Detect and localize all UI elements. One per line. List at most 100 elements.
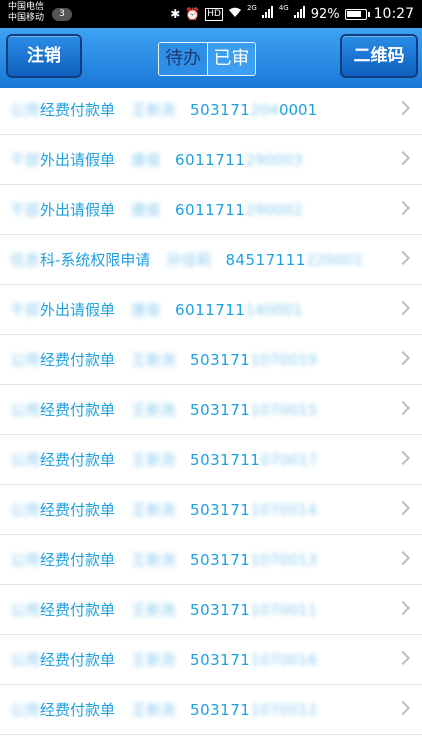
list-item-title: 经费付款单 <box>40 451 116 469</box>
list-item-person: 唐俊 <box>131 201 162 219</box>
list-item-title: 经费付款单 <box>40 351 116 369</box>
title-prefix: 公用 <box>10 351 41 369</box>
list-item-code: 503171 <box>190 601 251 619</box>
alarm-icon: ⏰ <box>185 7 201 21</box>
carrier-2: 中国移动 <box>8 13 45 23</box>
list-item-code-hidden: 220001 <box>305 251 364 269</box>
title-prefix: 干部 <box>10 151 41 169</box>
title-prefix: 公用 <box>10 451 41 469</box>
carrier-1: 中国电信 <box>8 2 45 12</box>
list-item-person: 王新尧 <box>131 551 177 569</box>
list-item-code-hidden: 204 <box>250 101 279 119</box>
list-item-person: 王新尧 <box>131 401 177 419</box>
list-item-text: 干部 外出请假单 唐俊 6011711 290002 <box>10 185 303 235</box>
list-item[interactable]: 公用 经费付款单 王新尧 503171 1070019 <box>0 335 422 385</box>
list-item-code: 84517111 <box>225 251 306 269</box>
list-item-code: 503171 <box>190 351 251 369</box>
network-2-label: 4G <box>278 4 289 12</box>
list-item-code: 503171 <box>190 701 251 719</box>
list-item-title: 经费付款单 <box>40 551 116 569</box>
list-item-title: 外出请假单 <box>40 151 116 169</box>
title-prefix: 公用 <box>10 701 41 719</box>
battery-percent: 92% <box>310 6 340 22</box>
list-item-code-hidden: 290002 <box>245 201 303 219</box>
list-item[interactable]: 公用 经费付款单 王新尧 503171 1070012 <box>0 685 422 735</box>
list-item-code: 503171 <box>190 551 251 569</box>
status-bar: 中国电信 中国移动 3 ✱ ⏰ HD 2G 4G 92% 10:27 <box>0 0 422 28</box>
list-item[interactable]: 公用 经费付款单 王新尧 503171 1070016 <box>0 635 422 685</box>
qr-code-button[interactable]: 二维码 <box>340 34 418 78</box>
hd-icon: HD <box>205 7 223 21</box>
list-item-title: 经费付款单 <box>40 401 116 419</box>
chevron-right-icon <box>395 550 411 566</box>
chevron-right-icon <box>395 450 411 466</box>
list-item-code: 6011711 <box>175 151 246 169</box>
logout-button[interactable]: 注销 <box>6 34 82 78</box>
tab-switcher: 待办 已审 <box>158 42 256 76</box>
list-item-code-hidden: 290003 <box>245 151 303 169</box>
list-item-person: 王新尧 <box>131 651 177 669</box>
chevron-right-icon <box>395 100 411 116</box>
list-item[interactable]: 信息 科-系统权限申请 孙佳莉 84517111 220001 <box>0 235 422 285</box>
list-item-person: 王新尧 <box>131 351 177 369</box>
list-item-title: 经费付款单 <box>40 101 116 119</box>
title-prefix: 信息 <box>10 251 41 269</box>
chevron-right-icon <box>395 650 411 666</box>
list-item-code: 503171 <box>190 651 251 669</box>
list-item-code-hidden: 1070013 <box>250 551 318 569</box>
app-header: 注销 待办 已审 二维码 <box>0 28 422 88</box>
chevron-right-icon <box>395 400 411 416</box>
tab-pending[interactable]: 待办 <box>159 43 207 75</box>
carrier-info: 中国电信 中国移动 <box>8 2 44 24</box>
title-prefix: 公用 <box>10 401 41 419</box>
title-prefix: 公用 <box>10 501 41 519</box>
list-item-code: 5031711 <box>190 451 261 469</box>
list-item[interactable]: 公用 经费付款单 王新尧 503171 1070014 <box>0 485 422 535</box>
list-item-title: 经费付款单 <box>40 701 116 719</box>
title-prefix: 公用 <box>10 551 41 569</box>
list-item-text: 干部 外出请假单 唐俊 6011711 290003 <box>10 135 303 185</box>
list-item[interactable]: 公用 经费付款单 王新尧 503171 204 0001 <box>0 85 422 135</box>
list-item-code-hidden: 070017 <box>260 451 318 469</box>
battery-icon <box>344 8 370 20</box>
network-1-label: 2G <box>246 4 257 12</box>
list-item-code: 503171 <box>190 501 251 519</box>
list-item-title: 外出请假单 <box>40 301 116 319</box>
battery-fill <box>346 10 362 17</box>
title-prefix: 公用 <box>10 651 41 669</box>
list-item[interactable]: 干部 外出请假单 唐俊 6011711 290003 <box>0 135 422 185</box>
list-item[interactable]: 公用 经费付款单 王新尧 5031711 070017 <box>0 435 422 485</box>
list-item-title: 经费付款单 <box>40 651 116 669</box>
list-item[interactable]: 公用 经费付款单 王新尧 503171 1070013 <box>0 535 422 585</box>
list-item-code-hidden: 1070015 <box>250 401 318 419</box>
bluetooth-icon: ✱ <box>170 7 181 21</box>
list-item-person: 王新尧 <box>131 101 177 119</box>
list-item-code-suffix: 0001 <box>278 101 318 119</box>
list-item[interactable]: 公用 经费付款单 王新尧 503171 1070015 <box>0 385 422 435</box>
chevron-right-icon <box>395 150 411 166</box>
list-item-person: 王新尧 <box>131 601 177 619</box>
title-prefix: 公用 <box>10 101 41 119</box>
signal-1-icon <box>261 4 274 24</box>
list-item-code-hidden: 1070019 <box>250 351 318 369</box>
list-item-code-hidden: 140001 <box>245 301 303 319</box>
list-item[interactable]: 公用 经费付款单 王新尧 503171 1070011 <box>0 585 422 635</box>
list-item[interactable]: 干部 外出请假单 唐俊 6011711 140001 <box>0 285 422 335</box>
list-item-text: 公用 经费付款单 王新尧 503171 1070014 <box>10 485 317 535</box>
list-item[interactable]: 干部 外出请假单 唐俊 6011711 290002 <box>0 185 422 235</box>
title-prefix: 干部 <box>10 201 41 219</box>
approved-list: 公用 经费付款单 王新尧 503171 204 0001 干部 外出请假单 唐俊 6011711 2… <box>0 85 422 735</box>
clock: 10:27 <box>373 6 414 22</box>
list-item-person: 王新尧 <box>131 701 177 719</box>
list-item-code: 503171 <box>190 401 251 419</box>
tab-approved[interactable]: 已审 <box>207 43 255 75</box>
wifi-icon <box>228 4 242 24</box>
chevron-right-icon <box>395 600 411 616</box>
list-item-person: 王新尧 <box>131 451 177 469</box>
list-item-code-hidden: 1070012 <box>250 701 318 719</box>
list-item-text: 信息 科-系统权限申请 孙佳莉 84517111 220001 <box>10 235 363 285</box>
list-item-text: 公用 经费付款单 王新尧 503171 1070012 <box>10 685 317 735</box>
title-prefix: 干部 <box>10 301 41 319</box>
chevron-right-icon <box>395 300 411 316</box>
list-item-title: 科-系统权限申请 <box>40 251 151 269</box>
